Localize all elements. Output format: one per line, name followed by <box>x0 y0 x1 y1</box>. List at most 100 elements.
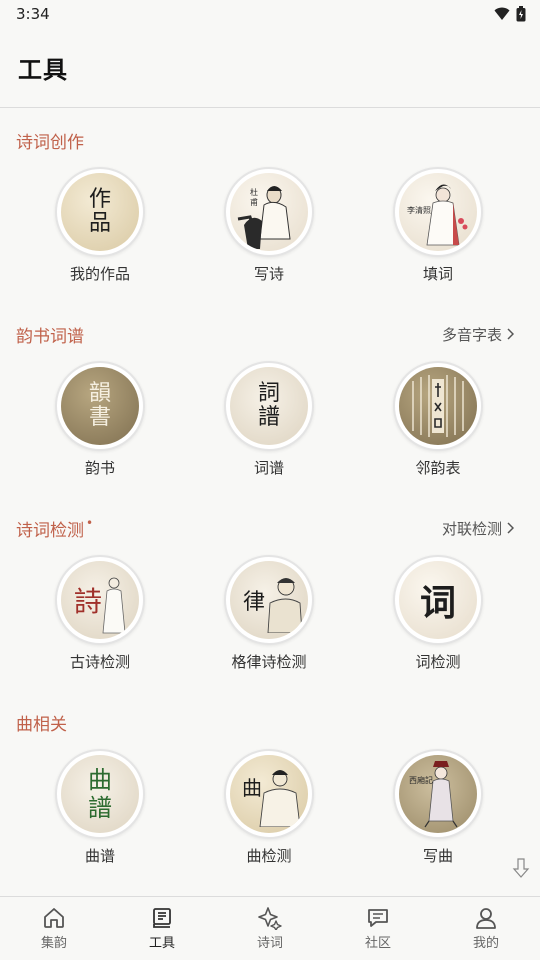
tool-label: 邻韵表 <box>415 459 461 477</box>
fill-lyrics-art: 李清照 <box>399 173 477 251</box>
tool-write-qu[interactable]: 西廂記 写曲 <box>368 749 508 879</box>
section-header: 诗词创作 <box>16 127 514 153</box>
section-link-label: 对联检测 <box>441 519 502 538</box>
tool-label: 韵书 <box>84 459 115 477</box>
scroll-down-arrow-icon[interactable] <box>512 858 530 878</box>
tool-grid: 詩 古诗检测 律 格律诗检测 词 词检测 <box>0 555 540 685</box>
bottom-tab-bar: 集韵 工具 诗词 社区 我的 <box>0 896 540 960</box>
couplet-check-link[interactable]: 对联检测 <box>442 518 514 539</box>
tab-jiyun[interactable]: 集韵 <box>0 897 108 960</box>
tool-label: 曲谱 <box>84 847 115 865</box>
section-rhyme-books: 韵书词谱 多音字表 韻書 韵书 詞譜 词谱 邻韵表 <box>0 303 540 497</box>
tool-rhyme-book[interactable]: 韻書 韵书 <box>30 361 170 491</box>
ci-pattern-art: 詞譜 <box>230 367 308 445</box>
tab-label: 诗词 <box>256 936 283 951</box>
person-icon <box>476 908 496 929</box>
section-header: 曲相关 <box>16 709 514 735</box>
qu-check-art: 曲 <box>230 755 308 833</box>
svg-text:杜: 杜 <box>250 187 258 197</box>
tool-thumbnail <box>393 361 483 451</box>
lady-figure-icon: 李清照 <box>407 184 468 246</box>
tool-thumbnail: 作品 <box>55 167 145 257</box>
tool-fill-lyrics[interactable]: 李清照 填词 <box>368 167 508 297</box>
poet-portrait-icon <box>267 578 303 633</box>
chevron-right-icon <box>507 522 514 534</box>
tool-thumbnail: 曲 <box>224 749 314 839</box>
poet-on-horse-icon: 杜 甫 <box>237 186 291 249</box>
section-title: 诗词检测 • <box>16 516 93 541</box>
tool-my-works[interactable]: 作品 我的作品 <box>30 167 170 297</box>
tool-label: 写诗 <box>253 265 284 283</box>
section-header: 诗词检测 • 对联检测 <box>16 515 514 541</box>
tool-thumbnail: 曲譜 <box>55 749 145 839</box>
tab-label: 社区 <box>364 936 391 951</box>
tool-regulated-verse-check[interactable]: 律 格律诗检测 <box>199 555 339 685</box>
svg-text:西廂記: 西廂記 <box>409 775 433 785</box>
tool-label: 古诗检测 <box>69 653 130 671</box>
tool-label: 格律诗检测 <box>231 653 307 671</box>
tool-label: 词谱 <box>253 459 284 477</box>
tool-write-poem[interactable]: 杜 甫 写诗 <box>199 167 339 297</box>
tool-ci-pattern[interactable]: 詞譜 词谱 <box>199 361 339 491</box>
section-title: 曲相关 <box>16 714 67 735</box>
scholar-seated-icon <box>259 770 301 827</box>
ancient-poem-check-art: 詩 <box>61 561 139 639</box>
book-icon <box>153 908 171 928</box>
tool-ci-check[interactable]: 词 词检测 <box>368 555 508 685</box>
section-header: 韵书词谱 多音字表 <box>16 321 514 347</box>
tab-tools[interactable]: 工具 <box>108 897 216 960</box>
section-title: 诗词创作 <box>16 132 84 153</box>
tool-thumbnail: 律 <box>224 555 314 645</box>
tool-label: 填词 <box>422 265 453 283</box>
rhyme-book-art-text: 韻書 <box>88 381 111 430</box>
tab-poetry[interactable]: 诗词 <box>216 897 324 960</box>
qu-score-art-text: 曲譜 <box>88 766 112 822</box>
tool-qu-score[interactable]: 曲譜 曲谱 <box>30 749 170 879</box>
rhyme-book-art: 韻書 <box>61 367 139 445</box>
write-poem-art: 杜 甫 <box>230 173 308 251</box>
wifi-icon <box>494 7 510 20</box>
tool-adjacent-rhyme-table[interactable]: 邻韵表 <box>368 361 508 491</box>
tool-ancient-poem-check[interactable]: 詩 古诗检测 <box>30 555 170 685</box>
section-poetry-creation: 诗词创作 作品 我的作品 杜 甫 写诗 李清照 填词 <box>0 109 540 303</box>
qu-score-art: 曲譜 <box>61 755 139 833</box>
tab-label: 工具 <box>148 936 175 951</box>
sparkle-icon <box>258 907 282 930</box>
section-poetry-check: 诗词检测 • 对联检测 詩 古诗检测 律 格律诗检测 词 词检测 <box>0 497 540 691</box>
tools-list[interactable]: 诗词创作 作品 我的作品 杜 甫 写诗 李清照 填词 韵书词谱 多音字表 韻書 … <box>0 109 540 895</box>
tool-label: 词检测 <box>415 653 461 671</box>
status-bar: 3:34 <box>0 0 540 28</box>
tool-grid: 韻書 韵书 詞譜 词谱 邻韵表 <box>0 361 540 491</box>
regulated-verse-check-art-text: 律 <box>242 590 265 615</box>
home-icon <box>44 908 64 928</box>
tab-community[interactable]: 社区 <box>324 897 432 960</box>
tab-label: 集韵 <box>40 936 67 951</box>
section-qu-related: 曲相关 曲譜 曲谱 曲 曲检测 西廂記 写曲 <box>0 691 540 885</box>
opera-performer-icon: 西廂記 <box>409 761 458 828</box>
tool-thumbnail: 詩 <box>55 555 145 645</box>
section-title-text: 诗词检测 <box>16 520 84 541</box>
tool-qu-check[interactable]: 曲 曲检测 <box>199 749 339 879</box>
tool-label: 我的作品 <box>69 265 130 283</box>
chevron-right-icon <box>507 328 514 340</box>
tab-mine[interactable]: 我的 <box>432 897 540 960</box>
ci-pattern-art-text: 詞譜 <box>257 381 280 430</box>
status-icons <box>494 6 526 22</box>
svg-text:甫: 甫 <box>250 197 258 207</box>
tool-thumbnail: 词 <box>393 555 483 645</box>
ci-check-art: 词 <box>399 561 477 639</box>
tool-grid: 作品 我的作品 杜 甫 写诗 李清照 填词 <box>0 167 540 297</box>
ancient-poem-check-art-text: 詩 <box>73 585 102 618</box>
adjacent-rhyme-art <box>399 367 477 445</box>
tool-grid: 曲譜 曲谱 曲 曲检测 西廂記 写曲 <box>0 749 540 879</box>
status-time: 3:34 <box>16 5 50 23</box>
polyphone-table-link[interactable]: 多音字表 <box>442 324 514 345</box>
app-header: 工具 <box>0 28 540 108</box>
section-title: 韵书词谱 <box>16 326 84 347</box>
page-title: 工具 <box>18 56 68 84</box>
tool-thumbnail: 韻書 <box>55 361 145 451</box>
write-qu-art: 西廂記 <box>399 755 477 833</box>
ci-check-art-text: 词 <box>419 582 456 624</box>
chat-icon <box>368 909 388 927</box>
tool-label: 写曲 <box>422 847 453 865</box>
